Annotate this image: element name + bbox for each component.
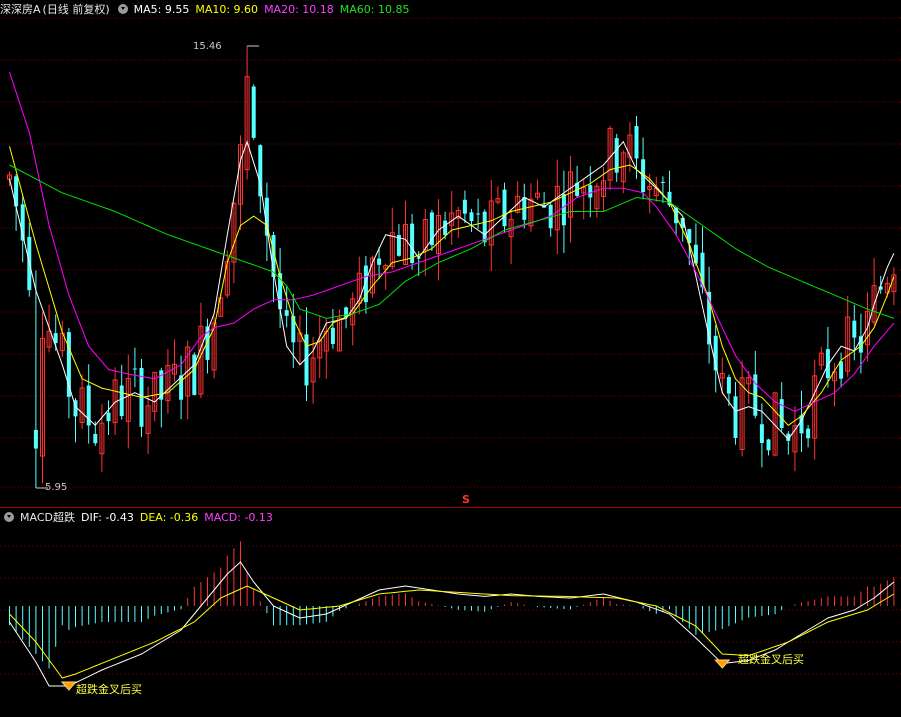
main-header: 深深房A (日线 前复权) MA5: 9.55 MA10: 9.60 MA20: 10.… bbox=[0, 1, 416, 19]
stock-name[interactable]: 深深房A bbox=[0, 3, 41, 16]
candlestick-series bbox=[7, 46, 897, 488]
macd-label: MACD: -0.13 bbox=[204, 511, 273, 524]
signal-label-2: 超跌金叉后买 bbox=[738, 653, 804, 666]
candle-body-down bbox=[33, 429, 38, 449]
candle-body-down bbox=[330, 327, 335, 344]
candle-body-down bbox=[258, 145, 263, 197]
candle-body-down bbox=[806, 428, 811, 439]
candle-body-down bbox=[726, 377, 731, 394]
candle-body-down bbox=[476, 213, 481, 215]
candle-body-down bbox=[482, 211, 487, 243]
candle-body-down bbox=[839, 361, 844, 379]
candle-body-down bbox=[377, 258, 382, 265]
candle-body-down bbox=[759, 424, 764, 444]
indicator-name[interactable]: MACD超跌 bbox=[20, 511, 75, 524]
candle-body-down bbox=[119, 385, 124, 417]
s-marker: S bbox=[462, 493, 470, 506]
candle-body-down bbox=[779, 399, 784, 428]
candle-body-down bbox=[462, 199, 467, 214]
candle-body-down bbox=[852, 320, 857, 338]
ma60-label: MA60: 10.85 bbox=[339, 3, 410, 16]
candle-body-down bbox=[443, 220, 448, 235]
ma20-label: MA20: 10.18 bbox=[264, 3, 334, 16]
candle-body-down bbox=[766, 439, 771, 451]
period-label[interactable]: (日线 前复权) bbox=[43, 3, 110, 16]
candle-body-down bbox=[693, 244, 698, 264]
candle-body-down bbox=[93, 433, 98, 444]
chart-canvas bbox=[0, 17, 901, 691]
candle-body-down bbox=[106, 412, 111, 422]
dea-label: DEA: -0.36 bbox=[139, 511, 199, 524]
candle-body-down bbox=[429, 212, 434, 246]
candle-body-down bbox=[660, 181, 665, 183]
candle-body-down bbox=[561, 194, 566, 226]
indicator-settings-icon[interactable] bbox=[4, 512, 14, 522]
candle-body-down bbox=[634, 125, 639, 159]
candle-body-down bbox=[251, 86, 256, 138]
candle-body-down bbox=[469, 212, 474, 222]
candle-body-down bbox=[588, 185, 593, 198]
dif-label: DIF: -0.43 bbox=[80, 511, 134, 524]
macd-panel bbox=[9, 541, 895, 691]
ma10-label: MA10: 9.60 bbox=[195, 3, 259, 16]
signal-diamond-icon bbox=[714, 659, 731, 669]
candle-body-down bbox=[502, 189, 507, 227]
ma-settings-icon[interactable] bbox=[117, 4, 128, 14]
high-price-label: 15.46 bbox=[193, 41, 222, 52]
candle-body-down bbox=[284, 310, 289, 316]
candle-body-down bbox=[733, 396, 738, 438]
dif-line bbox=[9, 561, 895, 687]
candle-body-down bbox=[291, 315, 296, 343]
signal-label-1: 超跌金叉后买 bbox=[76, 683, 142, 696]
low-price-label: 5.95 bbox=[45, 482, 68, 493]
candle-body-down bbox=[132, 368, 137, 370]
price-grid bbox=[0, 17, 901, 675]
ma5-label: MA5: 9.55 bbox=[133, 3, 190, 16]
sub-header: MACD超跌 DIF: -0.43 DEA: -0.36 MACD: -0.13 bbox=[0, 509, 279, 527]
